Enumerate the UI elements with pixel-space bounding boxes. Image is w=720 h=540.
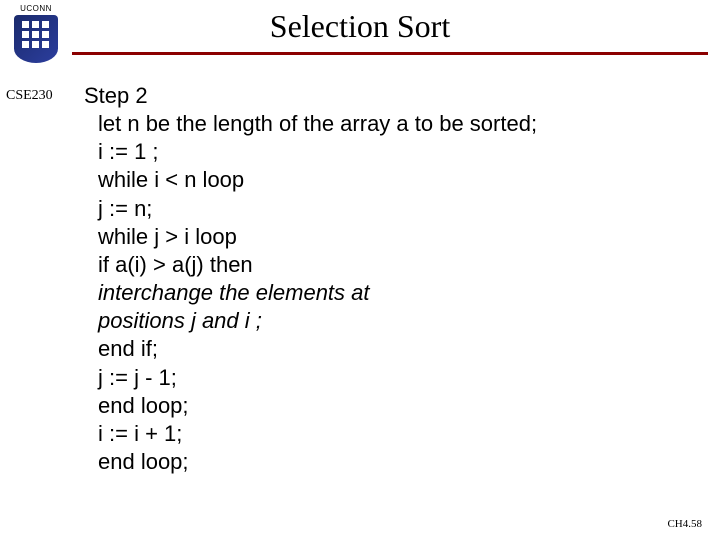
code-line: j := j - 1; [84,364,680,392]
slide-footer: CH4.58 [667,518,702,530]
code-line: if a(i) > a(j) then [84,251,680,279]
code-line: end if; [84,335,680,363]
code-line: end loop; [84,448,680,476]
code-line: while i < n loop [84,166,680,194]
slide-header: UCONN Selection Sort [0,0,720,72]
code-line-italic: positions j and i ; [84,307,680,335]
code-line: i := 1 ; [84,138,680,166]
code-line-italic: interchange the elements at [84,279,680,307]
code-line: end loop; [84,392,680,420]
code-line: i := i + 1; [84,420,680,448]
title-underline [72,52,708,55]
code-line: let n be the length of the array a to be… [84,110,680,138]
slide-body: Step 2 let n be the length of the array … [84,82,680,476]
slide-title: Selection Sort [0,8,720,45]
course-code: CSE230 [6,88,53,104]
code-line: j := n; [84,195,680,223]
code-line: while j > i loop [84,223,680,251]
step-label: Step 2 [84,82,680,110]
